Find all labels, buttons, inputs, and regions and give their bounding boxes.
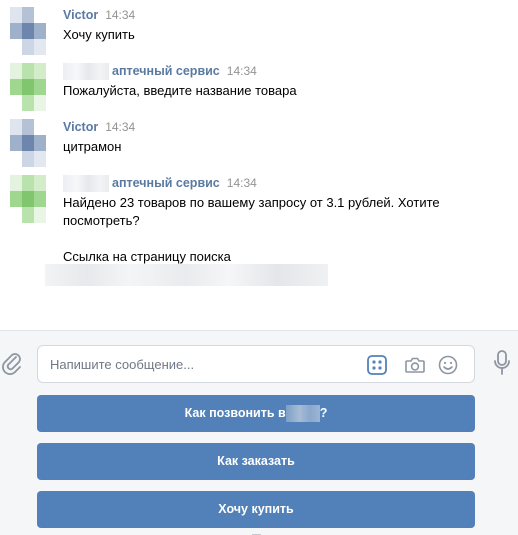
button-label: Как позвонить в [184, 406, 286, 420]
message-history: Victor 14:34 Хочу купить аптечный сервис 1… [0, 0, 518, 330]
message-author[interactable]: аптечный сервис [112, 64, 220, 78]
avatar[interactable] [10, 119, 46, 167]
message-author[interactable]: Victor [63, 8, 98, 22]
message-text: Найдено 23 товаров по вашему запросу от … [63, 195, 440, 228]
paperclip-icon[interactable] [1, 351, 23, 375]
keyboard-button-how-to-order[interactable]: Как заказать [37, 443, 475, 480]
message-author[interactable]: Victor [63, 120, 98, 134]
smile-icon[interactable] [437, 354, 459, 376]
redacted-name [63, 63, 109, 81]
button-label-suffix: ? [319, 406, 328, 420]
message-text: Пожалуйста, введите название товара [63, 83, 297, 98]
message-time[interactable]: 14:34 [105, 120, 135, 134]
redacted-name [285, 405, 320, 423]
microphone-icon[interactable] [492, 349, 512, 377]
avatar[interactable] [10, 175, 46, 223]
button-label: Хочу купить [218, 502, 294, 516]
avatar[interactable] [10, 7, 46, 55]
message-time[interactable]: 14:34 [105, 8, 135, 22]
keyboard-button-how-to-call[interactable]: Как позвонить в? [37, 395, 475, 432]
keyboard-icon[interactable] [366, 354, 388, 376]
camera-icon[interactable] [404, 354, 426, 376]
button-label: Как заказать [217, 454, 295, 468]
keyboard-button-want-to-buy[interactable]: Хочу купить [37, 491, 475, 528]
message-time[interactable]: 14:34 [227, 176, 257, 190]
redacted-name [63, 175, 109, 193]
message-text: Хочу купить [63, 27, 135, 42]
avatar[interactable] [10, 63, 46, 111]
composer-panel: Как позвонить в? Как заказать Хочу купит… [0, 330, 518, 535]
redacted-link[interactable] [45, 264, 328, 286]
message-input-box[interactable] [37, 345, 475, 383]
message-author[interactable]: аптечный сервис [112, 176, 220, 190]
message-input[interactable] [50, 355, 350, 373]
message-text: цитрамон [63, 139, 122, 154]
message-time[interactable]: 14:34 [227, 64, 257, 78]
